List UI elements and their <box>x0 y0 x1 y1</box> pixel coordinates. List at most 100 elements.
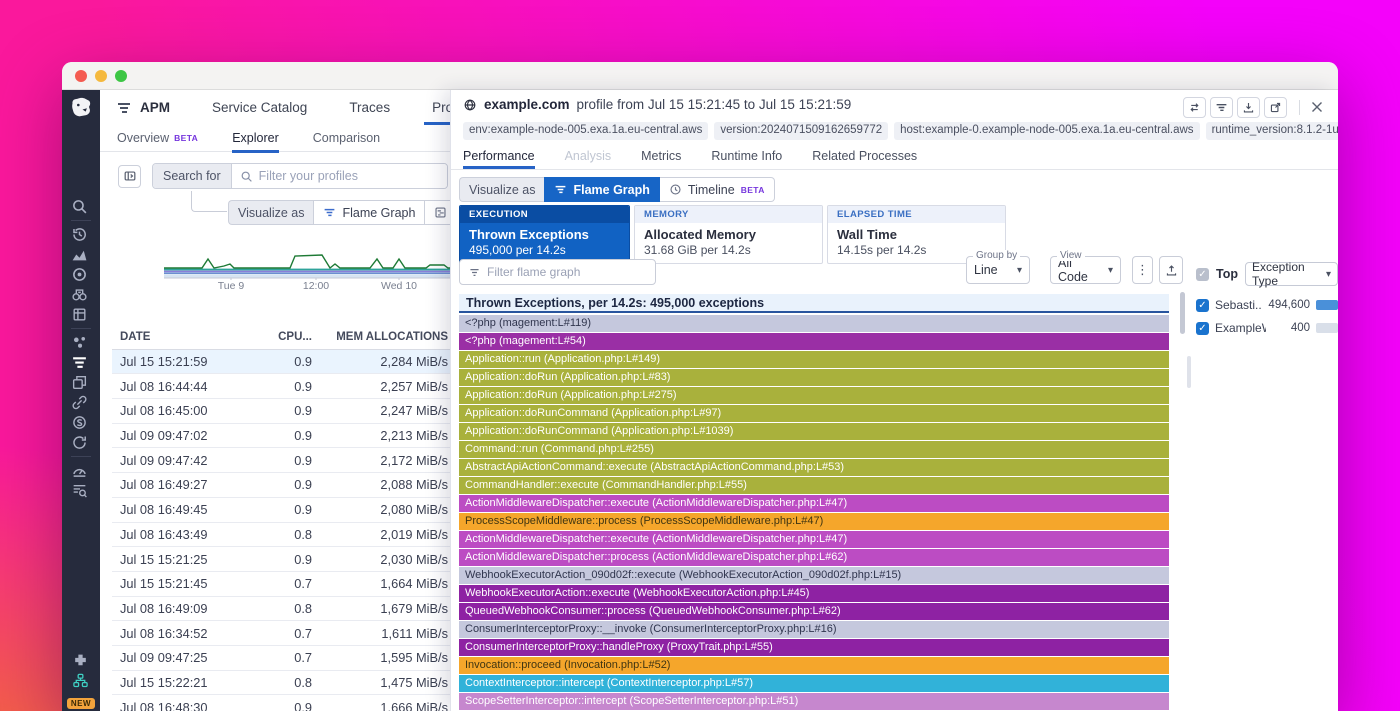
apm-icon[interactable] <box>71 354 88 371</box>
flame-view-button[interactable] <box>1210 97 1233 118</box>
minimize-window-button[interactable] <box>95 70 107 82</box>
panel-resize-handle[interactable] <box>1187 356 1191 388</box>
subnav-tab-overview[interactable]: OverviewBETA <box>117 125 198 152</box>
profile-tag[interactable]: env:example-node-005.exa.1a.eu-central.a… <box>463 122 708 140</box>
open-in-new-icon <box>1269 101 1282 114</box>
team-icon[interactable] <box>72 672 89 689</box>
search-icon[interactable] <box>71 198 88 215</box>
panel-tab-performance[interactable]: Performance <box>463 143 535 169</box>
subnav-tab-comparison[interactable]: Comparison <box>313 125 380 152</box>
puzzle-icon[interactable] <box>72 652 89 669</box>
sidebar-icon-groups <box>71 195 91 502</box>
subnav-tab-explorer[interactable]: Explorer <box>232 125 279 152</box>
panel-tab-metrics[interactable]: Metrics <box>641 143 681 169</box>
table-cell: 0.9 <box>264 477 320 492</box>
windows-icon[interactable] <box>71 374 88 391</box>
flame-frame[interactable]: ProcessScopeMiddleware::process (Process… <box>459 513 1169 530</box>
column-header-date[interactable]: DATE <box>112 331 264 343</box>
table-cell: 2,213 MiB/s <box>320 428 456 443</box>
close-panel-button[interactable] <box>1308 98 1326 116</box>
nav-item-apm[interactable]: APM <box>116 90 170 125</box>
compare-button[interactable] <box>1183 97 1206 118</box>
legend-item[interactable]: ✓Sebasti...494,600 <box>1196 298 1338 312</box>
flame-frame[interactable]: Invocation::proceed (Invocation.php:L#52… <box>459 657 1169 674</box>
flame-scrollbar[interactable] <box>1180 292 1185 711</box>
flame-frame[interactable]: <?php (magement:L#54) <box>459 333 1169 350</box>
datadog-logo-icon[interactable] <box>69 95 93 119</box>
legend-item[interactable]: ✓ExampleWa...400 <box>1196 321 1338 335</box>
flame-frame[interactable]: ScopeSetterInterceptor::intercept (Scope… <box>459 693 1169 710</box>
export-button[interactable] <box>1159 256 1183 284</box>
panel-tab-related-processes[interactable]: Related Processes <box>812 143 917 169</box>
metric-card-value: 31.68 GiB per 14.2s <box>644 243 813 257</box>
table-cell: Jul 08 16:49:45 <box>112 502 264 517</box>
flame-frame[interactable]: WebhookExecutorAction::execute (WebhookE… <box>459 585 1169 602</box>
history-icon[interactable] <box>71 226 88 243</box>
timeline-option[interactable]: Timeline BETA <box>660 177 775 202</box>
binoculars-icon[interactable] <box>71 286 88 303</box>
flame-frame[interactable]: ConsumerInterceptorProxy::__invoke (Cons… <box>459 621 1169 638</box>
flame-frame[interactable]: QueuedWebhookConsumer::process (QueuedWe… <box>459 603 1169 620</box>
security-icon[interactable] <box>71 414 88 431</box>
open-in-new-button[interactable] <box>1264 97 1287 118</box>
target-icon[interactable] <box>71 266 88 283</box>
profile-tag[interactable]: version:2024071509162659772 <box>714 122 888 140</box>
flame-frame[interactable]: CommandHandler::execute (CommandHandler.… <box>459 477 1169 494</box>
metric-card-memory[interactable]: MEMORYAllocated Memory31.68 GiB per 14.2… <box>634 205 823 264</box>
flame-frame[interactable]: Application::doRunCommand (Application.p… <box>459 423 1169 440</box>
column-header-mem-allocations[interactable]: MEM ALLOCATIONS <box>320 331 456 343</box>
clock-icon <box>669 183 682 196</box>
flame-frame[interactable]: Application::doRun (Application.php:L#83… <box>459 369 1169 386</box>
table-cell: 0.9 <box>264 403 320 418</box>
metric-card-title: Thrown Exceptions <box>469 227 620 242</box>
legend-header: ✓ Top Exception Type ▾ <box>1196 262 1338 286</box>
flame-frame[interactable]: ActionMiddlewareDispatcher::process (Act… <box>459 549 1169 566</box>
app-content: NEW APMService CatalogTracesProfiles Ove… <box>62 90 1338 711</box>
flame-frame[interactable]: Application::doRun (Application.php:L#27… <box>459 387 1169 404</box>
flame-frame[interactable]: ActionMiddlewareDispatcher::execute (Act… <box>459 531 1169 548</box>
zoom-window-button[interactable] <box>115 70 127 82</box>
cluster-icon[interactable] <box>71 334 88 351</box>
flame-filter-input[interactable]: Filter flame graph <box>459 259 656 285</box>
rotate-icon[interactable] <box>71 434 88 451</box>
view-select[interactable]: View All Code▾ <box>1050 256 1121 284</box>
metric-card-execution[interactable]: EXECUTIONThrown Exceptions495,000 per 14… <box>459 205 630 264</box>
profile-tag[interactable]: runtime_version:8.1.2-1ubuntu2.18 <box>1206 122 1338 140</box>
column-header-cpu[interactable]: CPU... <box>264 331 320 343</box>
flame-frame[interactable]: Command::run (Command.php:L#255) <box>459 441 1169 458</box>
legend-checkbox[interactable]: ✓ <box>1196 322 1209 335</box>
exception-type-select[interactable]: Exception Type ▾ <box>1245 262 1338 286</box>
legend-checkbox[interactable]: ✓ <box>1196 299 1209 312</box>
search-for-label: Search for <box>153 164 232 188</box>
profile-tag[interactable]: host:example-0.example-node-005.exa.1a.e… <box>894 122 1199 140</box>
chart-icon[interactable] <box>71 246 88 263</box>
cube-icon[interactable] <box>71 306 88 323</box>
table-cell: Jul 15 15:21:25 <box>112 552 264 567</box>
expand-panel-button[interactable] <box>118 165 141 188</box>
download-button[interactable] <box>1237 97 1260 118</box>
nav-item-service-catalog[interactable]: Service Catalog <box>212 90 307 125</box>
profile-search-input[interactable]: Filter your profiles <box>232 164 447 188</box>
panel-tab-runtime-info[interactable]: Runtime Info <box>711 143 782 169</box>
list-search-icon[interactable] <box>71 482 88 499</box>
scrollbar-thumb[interactable] <box>1180 292 1185 334</box>
flame-frame[interactable]: <?php (magement:L#119) <box>459 315 1169 332</box>
flame-frame[interactable]: AbstractApiActionCommand::execute (Abstr… <box>459 459 1169 476</box>
flame-frame[interactable]: Application::doRunCommand (Application.p… <box>459 405 1169 422</box>
panel-tab-analysis[interactable]: Analysis <box>565 143 612 169</box>
gauge-icon[interactable] <box>71 462 88 479</box>
flame-frame[interactable]: ActionMiddlewareDispatcher::execute (Act… <box>459 495 1169 512</box>
flame-frame[interactable]: Application::run (Application.php:L#149) <box>459 351 1169 368</box>
flame-frame[interactable]: ConsumerInterceptorProxy::handleProxy (P… <box>459 639 1169 656</box>
flame-frame[interactable]: WebhookExecutorAction_090d02f::execute (… <box>459 567 1169 584</box>
more-options-button[interactable]: ⋮ <box>1132 256 1153 284</box>
close-window-button[interactable] <box>75 70 87 82</box>
top-checkbox[interactable]: ✓ <box>1196 268 1209 281</box>
flame-graph-option[interactable]: Flame Graph <box>313 200 425 225</box>
link-icon[interactable] <box>71 394 88 411</box>
group-by-select[interactable]: Group by Line▾ <box>966 256 1030 284</box>
flame-frame[interactable]: ContextInterceptor::intercept (ContextIn… <box>459 675 1169 692</box>
flame-graph-option[interactable]: Flame Graph <box>544 177 659 202</box>
nav-item-label: Traces <box>349 100 390 115</box>
nav-item-traces[interactable]: Traces <box>349 90 390 125</box>
